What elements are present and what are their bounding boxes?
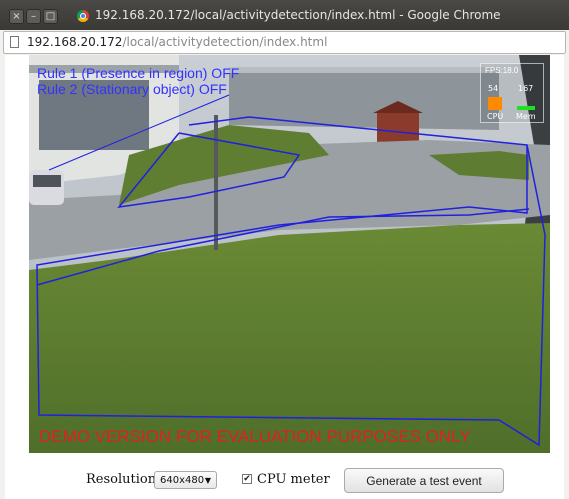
resolution-select[interactable]: 640x480 ▼ <box>154 471 217 489</box>
cpu-meter-overlay: FPS:18.0 54 167 CPU Mem <box>480 63 544 123</box>
url-text[interactable]: 192.168.20.172/local/activitydetection/i… <box>27 35 327 49</box>
address-bar[interactable]: 192.168.20.172/local/activitydetection/i… <box>3 31 566 54</box>
url-path: /local/activitydetection/index.html <box>122 35 328 49</box>
rule-1-status: Rule 1 (Presence in region) OFF <box>37 65 240 81</box>
mem-label: Mem <box>516 112 536 121</box>
controls-bar: Resolution: 640x480 ▼ ✔ CPU meter Genera… <box>0 463 569 493</box>
mem-value: 167 <box>518 84 534 93</box>
url-host: 192.168.20.172 <box>27 35 123 49</box>
far-building <box>229 67 499 130</box>
video-stream: Rule 1 (Presence in region) OFF Rule 2 (… <box>29 55 550 453</box>
cpu-meter-label[interactable]: CPU meter <box>257 472 330 487</box>
cpu-value: 54 <box>488 84 499 93</box>
generate-test-event-button[interactable]: Generate a test event <box>344 468 504 493</box>
minimize-window-button[interactable]: – <box>26 9 41 24</box>
maximize-window-button[interactable]: □ <box>43 9 58 24</box>
resolution-label: Resolution: <box>86 472 161 487</box>
rule-2-status: Rule 2 (Stationary object) OFF <box>37 81 227 97</box>
chevron-down-icon: ▼ <box>204 476 211 485</box>
car-window <box>33 175 61 187</box>
far-building-roof <box>229 67 499 73</box>
cpu-label: CPU <box>487 112 504 121</box>
small-shed <box>377 112 419 142</box>
window-title: 192.168.20.172/local/activitydetection/i… <box>95 8 501 22</box>
close-window-button[interactable]: × <box>9 9 24 24</box>
window-titlebar: × – □ 192.168.20.172/local/activitydetec… <box>0 0 569 30</box>
page-icon <box>10 36 19 48</box>
chrome-logo-icon <box>77 10 89 22</box>
resolution-value: 640x480 <box>160 475 205 486</box>
cpu-bar <box>488 97 502 110</box>
mem-bar <box>517 106 535 110</box>
demo-watermark: DEMO VERSION FOR EVALUATION PURPOSES ONL… <box>39 427 471 446</box>
cpu-meter-checkbox[interactable]: ✔ <box>242 474 252 484</box>
camera-scene <box>29 55 550 453</box>
fps-readout: FPS:18.0 <box>485 66 519 75</box>
lamp-post <box>214 115 218 250</box>
